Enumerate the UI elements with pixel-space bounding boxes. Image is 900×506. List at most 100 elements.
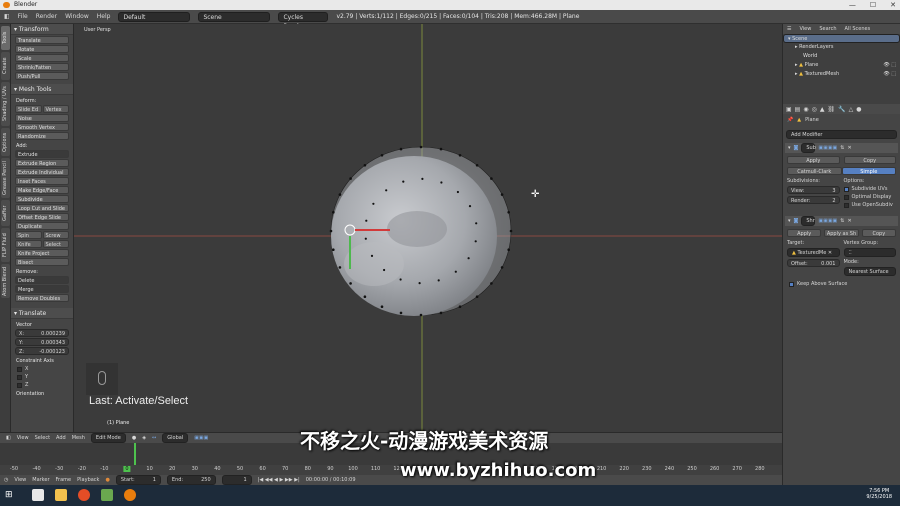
optimal-display-checkbox[interactable]: Optimal Display [843,194,897,200]
shrink-fatten-button[interactable]: Shrink/Fatten [15,63,69,71]
randomize-button[interactable]: Randomize [15,132,69,140]
merge-select[interactable]: Merge [15,285,69,293]
extrude-select[interactable]: Extrude [15,150,69,158]
remove-doubles-button[interactable]: Remove Doubles [15,294,69,302]
screw-button[interactable]: Screw [42,231,69,239]
subdivide-uvs-checkbox[interactable]: Subdivide UVs [843,186,897,192]
outliner-item-plane[interactable]: ▸ ▲ Plane 👁 ⬚ [783,61,900,70]
knife-button[interactable]: Knife [15,240,42,248]
tab-gaffer[interactable]: Gaffer [1,200,10,226]
opensubdiv-checkbox[interactable]: Use OpenSubdiv [843,202,897,208]
minimize-button[interactable]: — [849,0,856,10]
menu-help[interactable]: Help [97,13,111,20]
tab-tools[interactable]: Tools [1,26,10,50]
scene-select[interactable]: Scene [198,11,271,22]
vh-add-menu[interactable]: Add [56,435,66,441]
close-button[interactable]: ✕ [890,0,896,10]
slide-vertex-button[interactable]: Vertex [42,105,69,113]
mode-select[interactable]: Edit Mode [90,433,126,443]
menu-render[interactable]: Render [36,13,57,20]
editor-type-icon[interactable]: ☰ [787,26,791,32]
shrinkwrap-name-field[interactable]: Shr [801,216,816,226]
editor-type-icon[interactable]: ◧ [6,435,11,441]
mesh-tools-panel-header[interactable]: ▾ Mesh Tools [11,84,73,95]
current-frame-field[interactable]: 1 [221,475,252,485]
simple-toggle[interactable]: Simple [841,167,896,175]
render-engine-select[interactable]: Cycles Render [278,11,329,30]
rotate-button[interactable]: Rotate [15,45,69,53]
start-frame-field[interactable]: Start: 1 [115,475,161,485]
constraint-z-checkbox[interactable]: Z [17,382,69,388]
editor-type-icon[interactable]: ◷ [4,477,8,483]
delete-select[interactable]: Delete [15,276,69,284]
slide-edge-button[interactable]: Slide Ed [15,105,42,113]
outliner-search-menu[interactable]: Search [819,26,836,32]
tab-atom-blend[interactable]: Atom Blend [1,264,10,298]
add-modifier-select[interactable]: Add Modifier [786,130,897,139]
vector-z-field[interactable]: Z: -0.000123 [15,347,69,355]
render-levels-field[interactable]: Render: 2 [787,196,840,204]
vector-y-field[interactable]: Y: 0.000343 [15,338,69,346]
keep-above-surface-checkbox[interactable]: Keep Above Surface [789,281,896,287]
tl-playback-menu[interactable]: Playback [77,477,99,483]
subsurf-name-field[interactable]: Sub [801,143,816,153]
tab-shading-uvs[interactable]: Shading / UVs [1,82,10,126]
noise-button[interactable]: Noise [15,114,69,122]
tl-view-menu[interactable]: View [14,477,26,483]
outliner-item-world[interactable]: World [783,52,900,61]
spin-button[interactable]: Spin [15,231,42,239]
shrinkwrap-apply-button[interactable]: Apply [787,229,822,237]
translate-button[interactable]: Translate [15,36,69,44]
playback-controls-icon[interactable]: |◀ ◀◀ ◀ ▶ ▶▶ ▶| [258,477,300,483]
outliner-item-texturedmesh[interactable]: ▸ ▲ TexturedMesh 👁 ⬚ [783,70,900,79]
editor-type-icon[interactable]: ◧ [4,13,10,20]
constraint-y-checkbox[interactable]: Y [17,374,69,380]
tab-grease-pencil[interactable]: Grease Pencil [1,158,10,198]
vertex-group-field[interactable]: ⁚⁚ [843,248,896,257]
shrinkwrap-copy-button[interactable]: Copy [861,229,896,237]
offset-edge-slide-button[interactable]: Offset Edge Slide [15,213,69,221]
transform-panel-header[interactable]: ▾ Transform [11,24,73,35]
3d-viewport[interactable]: ✛ User Persp Last: Activate/Select (1) P… [74,24,782,432]
outliner-item-renderlayers[interactable]: ▸ RenderLayers [783,43,900,52]
vh-view-menu[interactable]: View [17,435,29,441]
tl-marker-menu[interactable]: Marker [32,477,49,483]
shrinkwrap-modifier-header[interactable]: ▾ ◙ Shr ▣▣▣▣ ⇅ ✕ [785,216,898,226]
menu-window[interactable]: Window [65,13,89,20]
app-icon[interactable] [101,489,113,501]
offset-field[interactable]: Offset: 0.001 [787,259,840,267]
chrome-icon[interactable] [78,489,90,501]
wrap-mode-select[interactable]: Nearest Surface [843,267,896,276]
mail-icon[interactable] [32,489,44,501]
vector-x-field[interactable]: X: 0.000239 [15,329,69,337]
bisect-button[interactable]: Bisect [15,258,69,266]
tab-create[interactable]: Create [1,52,10,80]
orientation-select[interactable]: Global [162,433,189,443]
manipulator-icon[interactable]: ↔ [152,435,156,441]
menu-file[interactable]: File [18,13,28,20]
subsurf-modifier-header[interactable]: ▾ ◙ Sub ▣▣▣▣ ⇅ ✕ [785,143,898,153]
tab-flip-fluid[interactable]: FLIP Fluid [1,228,10,262]
knife-select-button[interactable]: Select [42,240,69,248]
subsurf-apply-button[interactable]: Apply [787,156,840,164]
shading-icon[interactable]: ● [132,435,136,441]
start-button-icon[interactable]: ⊞ [5,489,17,501]
translate-panel-header[interactable]: ▾ Translate [11,308,73,319]
scale-button[interactable]: Scale [15,54,69,62]
outliner-item-scene[interactable]: ▾ Scene [783,34,900,43]
tab-options[interactable]: Options [1,128,10,156]
target-field[interactable]: ▲ TexturedMe ✕ [787,248,840,257]
extrude-individual-button[interactable]: Extrude Individual [15,168,69,176]
select-mode-icons[interactable]: ▣▣▣ [194,435,208,441]
tl-frame-menu[interactable]: Frame [56,477,72,483]
screen-layout-select[interactable]: Default [118,11,191,22]
end-frame-field[interactable]: End: 250 [166,475,216,485]
vh-select-menu[interactable]: Select [35,435,50,441]
outliner-view-menu[interactable]: View [799,26,811,32]
push-pull-button[interactable]: Push/Pull [15,72,69,80]
knife-project-button[interactable]: Knife Project [15,249,69,257]
shrinkwrap-apply-as-button[interactable]: Apply as Sh [824,229,859,237]
inset-faces-button[interactable]: Inset Faces [15,177,69,185]
vh-mesh-menu[interactable]: Mesh [72,435,85,441]
smooth-vertex-button[interactable]: Smooth Vertex [15,123,69,131]
